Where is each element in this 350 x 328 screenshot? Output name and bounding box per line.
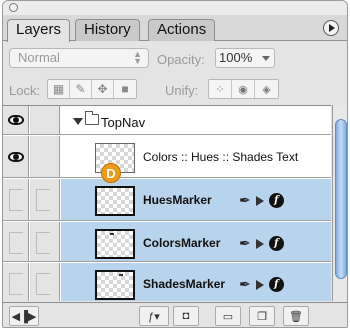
visibility-cell[interactable] [3, 136, 29, 177]
tab-history[interactable]: History [75, 19, 140, 41]
empty-link-box [36, 232, 50, 254]
play-icon[interactable] [255, 195, 264, 206]
blend-mode-select[interactable]: Normal ▲ ▼ [9, 48, 149, 68]
disclosure-triangle-icon[interactable] [73, 118, 83, 125]
empty-visibility-box [9, 189, 23, 211]
layer-content: TopNav [61, 106, 331, 134]
marker-tick [119, 274, 123, 276]
lock-options: ▦ ✎ ✥ ■ [47, 79, 137, 99]
panel-footer: ◀▐▶ ƒ▾ ◘ ▭ ❐ 🗑 [3, 302, 347, 327]
eye-icon[interactable] [7, 115, 24, 125]
play-icon[interactable] [255, 238, 264, 249]
tab-layers[interactable]: Layers [7, 19, 71, 42]
marker-tick [110, 233, 114, 235]
empty-visibility-box [9, 273, 23, 295]
blend-row: Normal ▲ ▼ Opacity: 100% [3, 43, 347, 73]
layer-thumbnail [95, 186, 135, 216]
unify-options: ⁘ ◉ ◈ [208, 79, 279, 99]
layer-row[interactable]: ColorsMarker ✒ f [3, 222, 331, 262]
unify-visibility-icon[interactable]: ◉ [232, 80, 255, 98]
layer-thumbnail [95, 270, 135, 300]
chevron-down-icon[interactable] [262, 56, 270, 61]
effects-icon[interactable]: f [268, 193, 284, 208]
pen-icon[interactable]: ✒ [239, 276, 251, 293]
new-layer-button[interactable]: ❐ [249, 306, 275, 326]
opacity-label: Opacity: [157, 52, 205, 67]
layer-content: ColorsMarker ✒ f [61, 222, 331, 261]
stepper-arrows-icon: ▲ ▼ [133, 49, 142, 66]
layer-row[interactable]: Colors :: Hues :: Shades Text [3, 136, 331, 178]
layers-panel: Layers History Actions Normal ▲ ▼ Opacity… [2, 0, 348, 328]
new-group-button[interactable]: ▭ [215, 306, 241, 326]
empty-visibility-box [9, 232, 23, 254]
trash-icon[interactable]: 🗑 [283, 306, 309, 326]
close-icon[interactable] [9, 3, 18, 12]
blend-mode-value: Normal [18, 50, 60, 65]
link-cell[interactable] [30, 136, 60, 177]
effects-icon[interactable]: f [268, 277, 284, 292]
visibility-cell[interactable] [3, 106, 29, 134]
pen-icon[interactable]: ✒ [239, 235, 251, 252]
layer-content: ShadesMarker ✒ f [61, 263, 331, 301]
link-cell[interactable] [30, 179, 60, 220]
play-icon[interactable] [255, 279, 264, 290]
unify-position-icon[interactable]: ⁘ [209, 80, 232, 98]
play-controls-icon[interactable]: ◀▐▶ [9, 306, 39, 326]
lock-label: Lock: [9, 83, 41, 98]
callout-badge: D [101, 163, 121, 183]
add-effect-button[interactable]: ƒ▾ [139, 306, 169, 326]
visibility-cell[interactable] [3, 222, 29, 261]
layer-name: ShadesMarker [143, 277, 226, 291]
title-bar [3, 1, 347, 15]
layer-name: Colors :: Hues :: Shades Text [143, 150, 299, 164]
layer-group-row[interactable]: TopNav [3, 106, 331, 135]
link-cell[interactable] [30, 263, 60, 301]
panel-menu-button[interactable] [323, 20, 339, 36]
layer-row[interactable]: ShadesMarker ✒ f [3, 263, 331, 301]
lock-transparency-icon[interactable]: ▦ [48, 80, 70, 98]
lock-all-icon[interactable]: ■ [114, 80, 136, 98]
layer-row[interactable]: HuesMarker ✒ f [3, 179, 331, 221]
vertical-scrollbar[interactable] [332, 105, 347, 301]
unify-label: Unify: [165, 83, 199, 98]
visibility-cell[interactable] [3, 179, 29, 220]
add-mask-button[interactable]: ◘ [173, 306, 199, 326]
tab-actions[interactable]: Actions [148, 19, 216, 41]
visibility-cell[interactable] [3, 263, 29, 301]
layer-content: HuesMarker ✒ f [61, 179, 331, 220]
effects-icon[interactable]: f [268, 236, 284, 251]
layers-list: TopNav Colors :: Hues :: Shades Text Hue… [3, 105, 331, 301]
layer-action-icons: ✒ f [239, 235, 284, 252]
unify-style-icon[interactable]: ◈ [255, 80, 278, 98]
layer-action-icons: ✒ f [239, 192, 284, 209]
folder-icon [85, 111, 99, 125]
layer-name: ColorsMarker [143, 236, 221, 250]
layer-action-icons: ✒ f [239, 276, 284, 293]
lock-row: Lock: ▦ ✎ ✥ ■ Unify: ⁘ ◉ ◈ [3, 75, 347, 103]
tab-strip: Layers History Actions [3, 15, 347, 42]
lock-move-icon[interactable]: ✥ [92, 80, 114, 98]
opacity-field[interactable]: 100% [215, 48, 275, 68]
eye-icon[interactable] [7, 151, 24, 162]
empty-link-box [36, 273, 50, 295]
layer-thumbnail [95, 229, 135, 259]
opacity-value: 100% [219, 50, 253, 65]
scroll-thumb[interactable] [335, 119, 347, 279]
layer-name: TopNav [101, 115, 146, 130]
lock-brush-icon[interactable]: ✎ [70, 80, 92, 98]
layer-name: HuesMarker [143, 193, 212, 207]
link-cell[interactable] [30, 106, 60, 134]
pen-icon[interactable]: ✒ [239, 192, 251, 209]
link-cell[interactable] [30, 222, 60, 261]
empty-link-box [36, 189, 50, 211]
